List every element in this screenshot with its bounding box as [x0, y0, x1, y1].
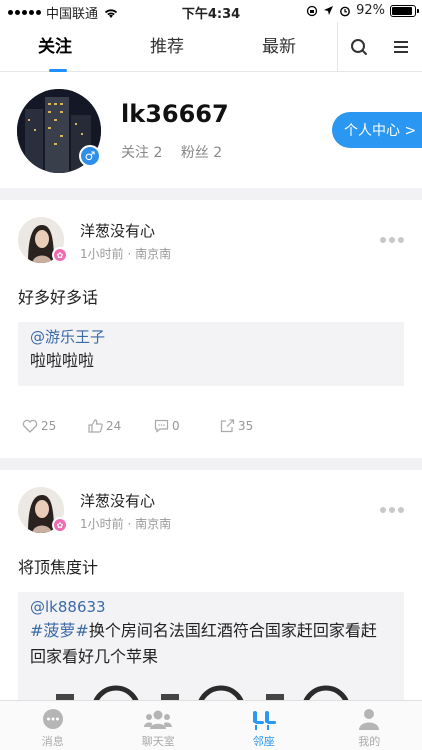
comment-count: 0 — [172, 419, 180, 433]
battery-percent: 92% — [356, 3, 385, 18]
share-count: 35 — [238, 419, 254, 433]
vip-badge-icon: ✿ — [52, 517, 68, 533]
more-icon[interactable] — [380, 507, 404, 513]
quoted-text: 啦啦啦啦 — [30, 351, 95, 370]
comment-button[interactable]: 0 — [154, 419, 220, 433]
quoted-post[interactable]: @lk88633 #菠萝#换个房间名法国红酒符合国家赶回家看赶回家看好几个苹果 — [18, 592, 404, 700]
tab-seat[interactable]: 邻座 — [211, 701, 317, 750]
follow-stats: 关注 2 粉丝 2 — [121, 142, 236, 162]
quoted-image[interactable] — [46, 680, 366, 700]
profile-icon — [359, 709, 380, 730]
tab-seat-label: 邻座 — [252, 735, 275, 748]
post-text: 好多好多话 — [18, 288, 99, 307]
tab-mine-label: 我的 — [358, 735, 381, 748]
steering-wheel-image-icon — [56, 685, 349, 700]
thumbs-up-icon — [88, 419, 103, 433]
like-button[interactable]: 25 — [22, 419, 88, 433]
post-author-name[interactable]: 洋葱没有心 — [80, 490, 155, 511]
quoted-text: #菠萝#换个房间名法国红酒符合国家赶回家看赶回家看好几个苹果 — [30, 618, 392, 670]
more-icon[interactable] — [380, 237, 404, 243]
nav-divider — [337, 22, 338, 72]
tab-following[interactable]: 关注 — [38, 32, 72, 57]
male-icon: ♂ — [79, 145, 101, 167]
post-actions: 25 24 0 35 — [22, 419, 286, 433]
following-count[interactable]: 关注 2 — [121, 145, 162, 161]
share-icon — [220, 419, 235, 433]
vip-badge-icon: ✿ — [52, 247, 68, 263]
bottom-tab-bar: 消息 聊天室 邻座 我的 — [0, 700, 422, 750]
post-meta: 1小时前 · 南京南 — [80, 247, 172, 261]
tab-latest[interactable]: 最新 — [262, 32, 296, 57]
post-author-name[interactable]: 洋葱没有心 — [80, 220, 155, 241]
post-meta: 1小时前 · 南京南 — [80, 517, 172, 531]
share-button[interactable]: 35 — [220, 419, 286, 433]
location-icon — [324, 6, 334, 15]
battery-icon — [390, 4, 419, 17]
alarm-icon — [340, 6, 350, 16]
thumbs-up-button[interactable]: 24 — [88, 419, 154, 433]
thumbs-up-count: 24 — [106, 419, 122, 433]
tab-mine[interactable]: 我的 — [317, 701, 422, 750]
post-card: ✿ 洋葱没有心 1小时前 · 南京南 将顶焦度计 @lk88633 #菠萝#换个… — [0, 470, 422, 700]
post-text: 将顶焦度计 — [18, 558, 99, 577]
tab-chatroom-label: 聊天室 — [141, 735, 175, 748]
personal-center-button[interactable]: 个人中心 > — [332, 112, 422, 148]
tab-messages-label: 消息 — [41, 735, 64, 748]
tab-messages[interactable]: 消息 — [0, 701, 106, 750]
top-nav: 关注 推荐 最新 — [0, 22, 422, 72]
chatroom-icon — [144, 710, 173, 729]
heart-icon — [22, 419, 38, 433]
search-icon[interactable] — [349, 37, 369, 57]
like-count: 25 — [41, 419, 57, 433]
menu-icon[interactable] — [391, 37, 411, 57]
profile-header: ♂ lk36667 关注 2 粉丝 2 个人中心 > — [0, 72, 422, 188]
post-card: ✿ 洋葱没有心 1小时前 · 南京南 好多好多话 @游乐王子 啦啦啦啦 25 2… — [0, 200, 422, 458]
followers-count[interactable]: 粉丝 2 — [181, 145, 222, 161]
status-bar: 中国联通 下午4:34 92% — [0, 0, 422, 22]
quoted-user[interactable]: @lk88633 — [30, 596, 392, 618]
quoted-user[interactable]: @游乐王子 — [30, 326, 392, 348]
status-right: 92% — [306, 3, 419, 18]
seat-icon — [252, 711, 276, 730]
message-icon — [42, 709, 63, 729]
tab-chatroom[interactable]: 聊天室 — [106, 701, 212, 750]
hashtag-link[interactable]: #菠萝# — [30, 621, 89, 640]
quoted-post[interactable]: @游乐王子 啦啦啦啦 — [18, 322, 404, 386]
tab-recommended[interactable]: 推荐 — [150, 32, 184, 57]
comment-icon — [154, 419, 169, 433]
orientation-lock-icon — [306, 5, 318, 16]
profile-username: lk36667 — [121, 100, 229, 128]
